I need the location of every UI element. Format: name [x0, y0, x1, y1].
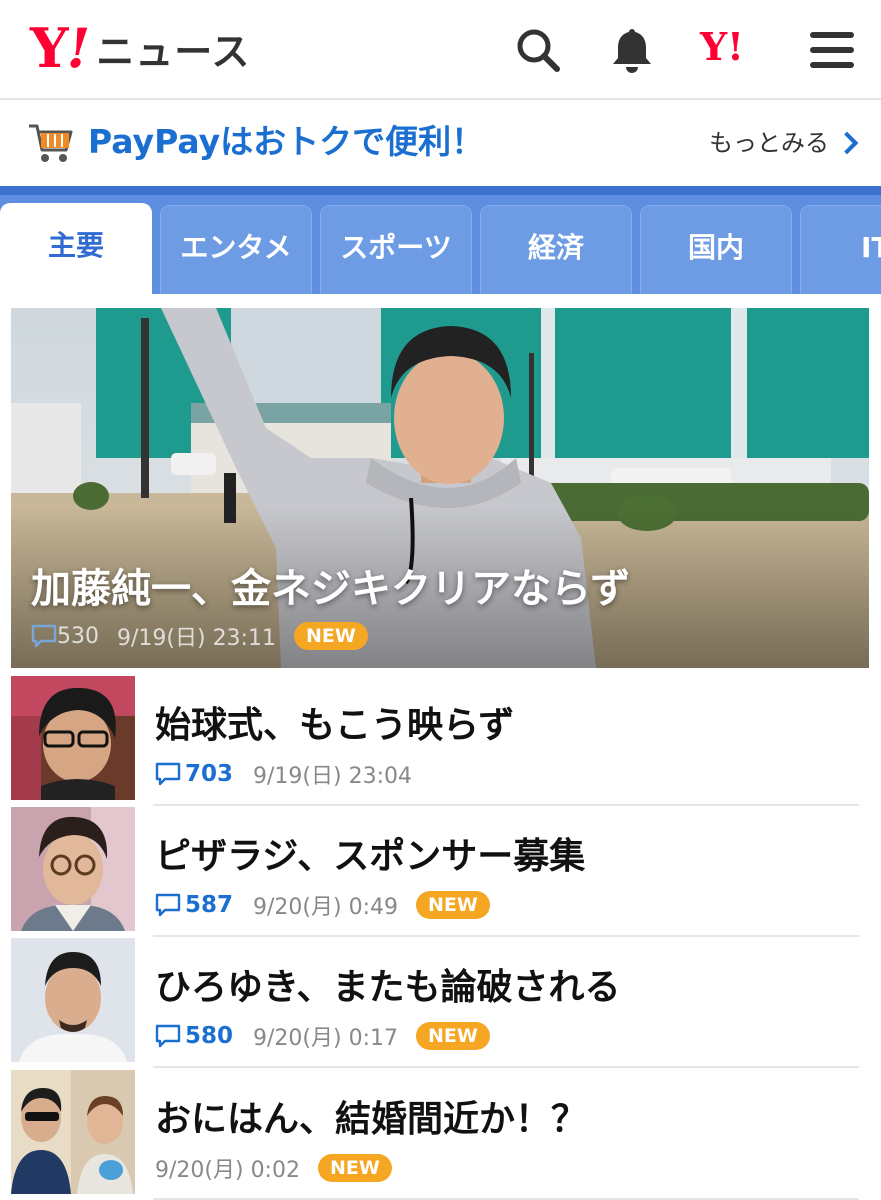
divider [153, 935, 859, 937]
paypay-promo-banner[interactable]: PayPayはおトクで便利！ もっとみる [0, 102, 881, 186]
more-link[interactable]: もっとみる [709, 128, 859, 158]
comment-icon [155, 1024, 181, 1048]
hero-article[interactable]: 加藤純一、金ネジキクリアならず 530 9/19(日) 23:11 NEW [11, 308, 869, 668]
new-badge: NEW [293, 622, 368, 650]
article-meta: 703 9/19(日) 23:04 [155, 758, 412, 790]
comment-count-value: 587 [185, 892, 234, 918]
comment-icon [31, 624, 57, 648]
article-thumbnail [11, 807, 135, 931]
yahoo-logo-icon[interactable]: Y! [700, 28, 744, 66]
tab-domestic[interactable]: 国内 [640, 205, 792, 294]
article-thumbnail [11, 938, 135, 1062]
article-datetime: 9/20(月) 0:17 [253, 1026, 398, 1051]
new-badge: NEW [415, 891, 490, 919]
comment-count: 587 [155, 892, 233, 918]
list-item[interactable]: ひろゆき、またも論破される 580 9/20(月) 0:17 NEW [0, 938, 881, 1068]
article-title: ピザラジ、スポンサー募集 [155, 836, 586, 877]
comment-count-value: 580 [185, 1023, 234, 1049]
article-meta: 580 9/20(月) 0:17 NEW [155, 1020, 490, 1052]
app-header: Y ! ニュース Y! [0, 0, 881, 100]
bell-icon[interactable] [606, 24, 658, 76]
list-item[interactable]: ピザラジ、スポンサー募集 587 9/20(月) 0:49 NEW [0, 807, 881, 937]
comment-count-value: 703 [185, 761, 234, 787]
article-title: おにはん、結婚間近か！？ [155, 1099, 588, 1140]
article-datetime: 9/20(月) 0:49 [253, 895, 398, 920]
article-meta: 9/20(月) 0:02 NEW [155, 1152, 392, 1184]
tab-economy[interactable]: 経済 [480, 205, 632, 294]
promo-text: PayPayはおトクで便利！ [88, 122, 485, 161]
divider [153, 1066, 859, 1068]
article-datetime: 9/20(月) 0:02 [155, 1158, 300, 1183]
cart-icon [26, 118, 76, 168]
comment-count: 703 [155, 761, 233, 787]
logo-news-text: ニュース [96, 29, 251, 74]
menu-icon[interactable] [806, 24, 858, 76]
chevron-right-icon [835, 131, 859, 155]
list-item[interactable]: 始球式、もこう映らず 703 9/19(日) 23:04 [0, 676, 881, 806]
article-title: 始球式、もこう映らず [155, 705, 515, 746]
logo-excl: ! [66, 16, 91, 80]
tab-it[interactable]: IT [800, 205, 881, 294]
article-thumbnail [11, 1070, 135, 1194]
search-icon[interactable] [512, 24, 564, 76]
category-tabs: 主要 エンタメ スポーツ 経済 国内 IT [0, 186, 881, 294]
hero-meta: 530 9/19(日) 23:11 NEW [31, 620, 368, 652]
hero-datetime: 9/19(日) 23:11 [117, 626, 276, 651]
hero-comment-count: 530 [57, 623, 99, 649]
comment-count: 580 [155, 1023, 233, 1049]
article-title: ひろゆき、またも論破される [155, 967, 621, 1008]
tab-sports[interactable]: スポーツ [320, 205, 472, 294]
article-datetime: 9/19(日) 23:04 [253, 764, 412, 789]
hero-photo [11, 308, 869, 668]
tab-top[interactable]: 主要 [0, 203, 152, 294]
more-link-label: もっとみる [709, 129, 829, 157]
hero-title: 加藤純一、金ネジキクリアならず [31, 566, 631, 612]
new-badge: NEW [415, 1022, 490, 1050]
comment-icon [155, 762, 181, 786]
yahoo-news-logo[interactable]: Y ! ニュース [30, 18, 250, 78]
list-item[interactable]: おにはん、結婚間近か！？ 9/20(月) 0:02 NEW [0, 1070, 881, 1200]
logo-y: Y [30, 16, 69, 80]
article-meta: 587 9/20(月) 0:49 NEW [155, 889, 490, 921]
article-thumbnail [11, 676, 135, 800]
new-badge: NEW [317, 1154, 392, 1182]
comment-icon [155, 893, 181, 917]
tab-entertainment[interactable]: エンタメ [160, 205, 312, 294]
divider [153, 804, 859, 806]
